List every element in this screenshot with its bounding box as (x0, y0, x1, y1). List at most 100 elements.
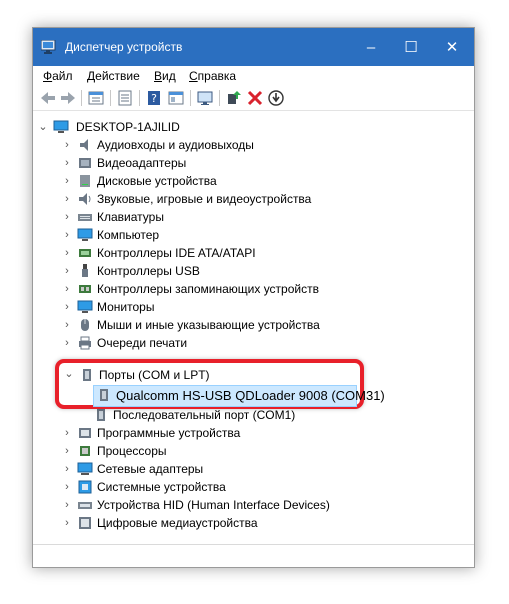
display-adapter-icon (79, 158, 91, 168)
chevron-right-icon[interactable]: › (61, 156, 73, 170)
help-icon[interactable]: ? (145, 89, 163, 107)
device-manager-app-icon (41, 40, 56, 54)
tree-item-label: Звуковые, игровые и видеоустройства (97, 192, 312, 206)
chevron-right-icon[interactable]: › (61, 228, 73, 242)
tree-item[interactable]: › Видеоадаптеры (33, 154, 474, 172)
chevron-down-icon[interactable]: ⌄ (37, 120, 49, 134)
tree-item-label: Мониторы (97, 300, 155, 314)
title-bar[interactable]: Диспетчер устройств – ☐ ✕ (33, 28, 474, 66)
tree-item[interactable]: › Контроллеры IDE ATA/ATAPI (33, 244, 474, 262)
back-icon[interactable] (39, 89, 57, 107)
chevron-right-icon[interactable]: › (61, 138, 73, 152)
menu-view[interactable]: Вид (154, 69, 176, 83)
tree-item[interactable]: › Клавиатуры (33, 208, 474, 226)
chevron-right-icon[interactable]: › (61, 462, 73, 476)
callout-ports-row[interactable]: ⌄ Порты (COM и LPT) (63, 365, 355, 385)
tree-item[interactable]: › Процессоры (33, 442, 474, 460)
tree-item[interactable]: › Контроллеры запоминающих устройств (33, 280, 474, 298)
chevron-right-icon[interactable]: › (61, 318, 73, 332)
maximize-button[interactable]: ☐ (391, 28, 431, 66)
chevron-right-icon[interactable]: › (61, 300, 73, 314)
highlight-callout: ⌄ Порты (COM и LPT) Qualcomm HS-USB QDLo… (55, 359, 385, 409)
chevron-down-icon[interactable]: ⌄ (63, 367, 75, 381)
window-title: Диспетчер устройств (65, 40, 183, 54)
menu-file[interactable]: Файл (43, 69, 73, 83)
tree-item-label: Контроллеры IDE ATA/ATAPI (97, 246, 256, 260)
computer-icon (77, 228, 93, 241)
tree-item[interactable]: › Цифровые медиаустройства (33, 514, 474, 532)
tree-item[interactable]: › Устройства HID (Human Interface Device… (33, 496, 474, 514)
maximize-icon: ☐ (404, 39, 418, 56)
tree-item[interactable]: › Звуковые, игровые и видеоустройства (33, 190, 474, 208)
status-bar (33, 544, 474, 567)
callout-selected-device[interactable]: Qualcomm HS-USB QDLoader 9008 (COM31) (93, 385, 385, 407)
port-icon (100, 389, 108, 401)
tree-item[interactable]: › Программные устройства (33, 424, 474, 442)
menu-bar: Файл Действие Вид Справка (33, 66, 474, 86)
tree-item[interactable]: › Мыши и иные указывающие устройства (33, 316, 474, 334)
sound-icon (79, 193, 91, 205)
storage-controller-icon (79, 285, 91, 293)
chevron-right-icon[interactable]: › (61, 264, 73, 278)
tree-item[interactable]: › Компьютер (33, 226, 474, 244)
tree-item[interactable]: › Мониторы (33, 298, 474, 316)
toolbar: ? (33, 86, 474, 111)
minimize-icon: – (366, 38, 376, 56)
tree-item-label: Компьютер (97, 228, 160, 242)
chevron-right-icon[interactable]: › (61, 426, 73, 440)
chevron-right-icon[interactable]: › (61, 480, 73, 494)
ide-controller-icon (79, 249, 91, 257)
tree-item-label: Процессоры (97, 444, 167, 458)
tree-item-label: Контроллеры запоминающих устройств (97, 282, 319, 296)
menu-action[interactable]: Действие (87, 69, 140, 83)
tree-root[interactable]: ⌄ DESKTOP-1AJILID (33, 118, 474, 136)
chevron-right-icon[interactable]: › (61, 174, 73, 188)
forward-icon[interactable] (59, 89, 77, 107)
monitor-scan-icon[interactable] (196, 89, 214, 107)
properties-list-icon[interactable] (87, 89, 105, 107)
update-driver-icon[interactable] (225, 89, 243, 107)
tree-item[interactable]: › Дисковые устройства (33, 172, 474, 190)
chevron-right-icon[interactable]: › (61, 498, 73, 512)
tree-item-label: Клавиатуры (97, 210, 164, 224)
system-device-icon (78, 480, 92, 494)
minimize-button[interactable]: – (351, 28, 391, 66)
hid-icon (78, 502, 92, 509)
mouse-icon (81, 319, 89, 331)
tree-item[interactable]: › Системные устройства (33, 478, 474, 496)
tree-item-label: Цифровые медиаустройства (97, 516, 258, 530)
usb-icon (82, 264, 88, 277)
chevron-right-icon[interactable]: › (61, 282, 73, 296)
tree-item[interactable]: › Сетевые адаптеры (33, 460, 474, 478)
chevron-right-icon[interactable]: › (61, 246, 73, 260)
chevron-right-icon[interactable]: › (61, 516, 73, 530)
tree-item[interactable]: › Аудиовходы и аудиовыходы (33, 136, 474, 154)
chevron-right-icon[interactable]: › (61, 192, 73, 206)
chevron-right-icon[interactable]: › (61, 210, 73, 224)
download-icon[interactable] (267, 89, 285, 107)
root-label: DESKTOP-1AJILID (76, 120, 180, 134)
tree-item-label: Видеоадаптеры (97, 156, 187, 170)
tree-item[interactable]: › Очереди печати (33, 334, 474, 352)
view-icon[interactable] (167, 89, 185, 107)
menu-help[interactable]: Справка (189, 69, 236, 83)
tree-item-label: Сетевые адаптеры (97, 462, 204, 476)
chevron-right-icon[interactable]: › (61, 336, 73, 350)
software-device-icon (79, 428, 91, 438)
keyboard-icon (78, 214, 92, 221)
tree-item-label: Дисковые устройства (97, 174, 217, 188)
printer-icon (79, 336, 91, 350)
close-icon: ✕ (445, 39, 459, 56)
tree-item-label: Контроллеры USB (97, 264, 200, 278)
tree-item-label: Системные устройства (97, 480, 226, 494)
close-button[interactable]: ✕ (432, 28, 472, 66)
uninstall-icon[interactable] (246, 89, 264, 107)
computer-icon (53, 120, 69, 133)
tree-item[interactable]: › Контроллеры USB (33, 262, 474, 280)
monitor-icon (77, 300, 93, 313)
chevron-right-icon[interactable]: › (61, 444, 73, 458)
tree-item-label: Программные устройства (97, 426, 241, 440)
callout-device-label: Qualcomm HS-USB QDLoader 9008 (COM31) (116, 388, 385, 403)
port-icon (97, 409, 105, 421)
properties-icon[interactable] (116, 89, 134, 107)
